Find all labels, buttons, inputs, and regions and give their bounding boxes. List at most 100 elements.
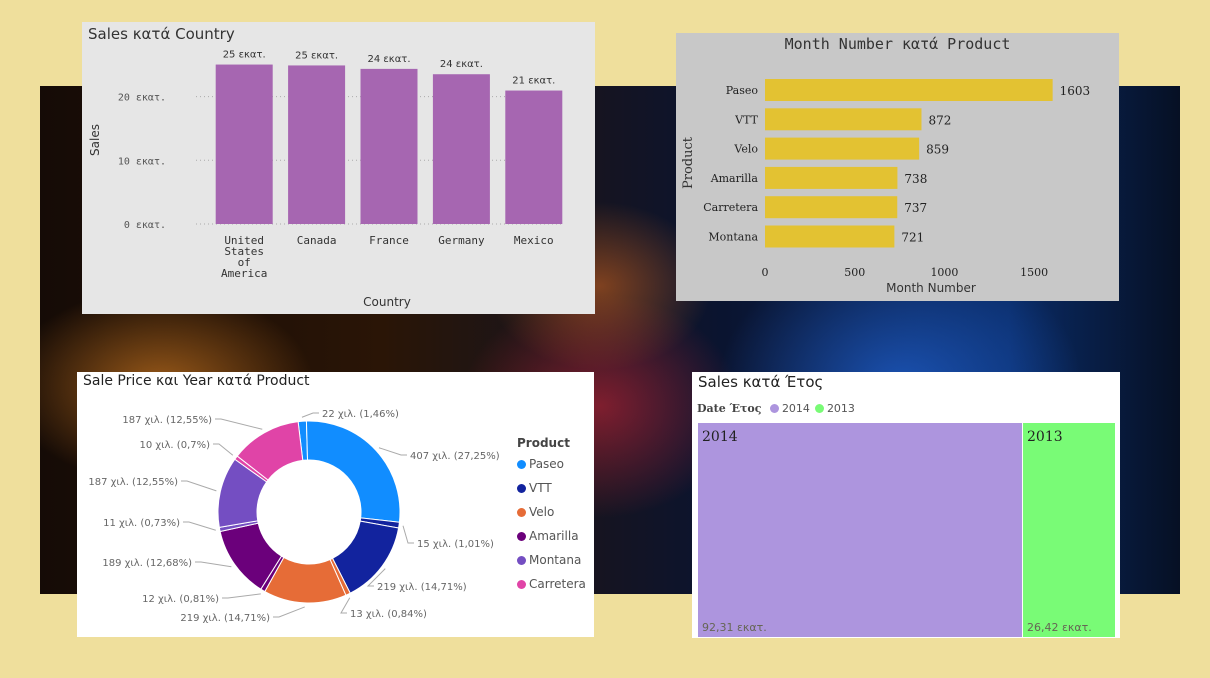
data-label: 859 bbox=[926, 143, 949, 157]
sales-by-year-treemap[interactable]: Sales κατά Έτος Date Έτος 2014 2013 2014 … bbox=[692, 372, 1120, 638]
y-tick-label: Amarilla bbox=[710, 172, 759, 185]
bar-2 bbox=[765, 137, 920, 160]
legend-item[interactable]: Paseo bbox=[517, 457, 564, 471]
legend-label: Paseo bbox=[529, 457, 565, 471]
legend-item[interactable]: Carretera bbox=[517, 577, 586, 591]
bar-1 bbox=[288, 65, 346, 224]
data-label: 25 εκατ. bbox=[223, 50, 266, 61]
legend-marker bbox=[517, 556, 526, 565]
treemap-tile-2013[interactable]: 2013 26,42 εκατ. bbox=[1023, 423, 1115, 637]
leader-line bbox=[301, 412, 319, 418]
leader-line bbox=[222, 593, 261, 599]
y-tick-label: 20 εκατ. bbox=[118, 93, 166, 104]
tile-value: 26,42 εκατ. bbox=[1027, 621, 1092, 634]
leader-line bbox=[402, 525, 414, 544]
legend-marker bbox=[517, 508, 526, 517]
donut-slice-1 bbox=[305, 420, 401, 523]
legend-marker bbox=[814, 404, 824, 413]
legend-item[interactable]: VTT bbox=[517, 481, 552, 495]
y-tick-label: Carretera bbox=[703, 201, 758, 214]
treemap-tile-2014[interactable]: 2014 92,31 εκατ. bbox=[698, 423, 1022, 637]
x-axis-title: Month Number bbox=[886, 281, 976, 295]
legend-item[interactable]: Montana bbox=[517, 553, 581, 567]
x-tick-label: 1500 bbox=[1020, 266, 1048, 279]
slice-label: 15 χιλ. (1,01%) bbox=[417, 539, 494, 550]
legend-item[interactable]: Velo bbox=[517, 505, 554, 519]
data-label: 24 εκατ. bbox=[368, 54, 411, 65]
data-label: 721 bbox=[901, 231, 924, 245]
bar-2 bbox=[360, 68, 418, 224]
x-tick-label: 0 bbox=[762, 266, 769, 279]
x-tick-label: France bbox=[369, 234, 409, 247]
x-axis-title: Country bbox=[363, 295, 411, 309]
leader-line bbox=[213, 443, 234, 456]
sale-price-year-by-product-chart[interactable]: Sale Price και Year κατά Product 22 χιλ.… bbox=[77, 372, 594, 637]
x-tick-label: Germany bbox=[438, 234, 485, 247]
slice-label: 219 χιλ. (14,71%) bbox=[377, 582, 467, 593]
legend-item[interactable]: Amarilla bbox=[517, 529, 579, 543]
month-number-by-product-chart[interactable]: Month Number κατά Product Paseo 1603 VTT 87… bbox=[676, 33, 1119, 301]
legend-marker bbox=[517, 532, 526, 541]
y-tick-label: Montana bbox=[708, 231, 758, 244]
sales-by-country-chart[interactable]: Sales κατά Country 0 εκατ. 10 εκατ. 20 εκα… bbox=[82, 22, 595, 314]
slice-label: 187 χιλ. (12,55%) bbox=[122, 415, 212, 426]
leader-line bbox=[340, 597, 351, 614]
legend-label: 2013 bbox=[826, 402, 855, 415]
slice-label: 13 χιλ. (0,84%) bbox=[350, 609, 427, 620]
legend-item[interactable]: 2014 bbox=[769, 402, 810, 415]
data-label: 24 εκατ. bbox=[440, 59, 483, 70]
x-tick-label: Canada bbox=[297, 234, 337, 247]
y-tick-label: Paseo bbox=[726, 84, 759, 97]
bar-0 bbox=[215, 64, 273, 225]
legend-marker bbox=[517, 580, 526, 589]
data-label: 1603 bbox=[1060, 84, 1091, 98]
legend-label: Carretera bbox=[529, 577, 586, 591]
x-tick-label: United States of America bbox=[221, 234, 267, 280]
legend-label: 2014 bbox=[781, 402, 810, 415]
slice-label: 407 χιλ. (27,25%) bbox=[410, 451, 500, 462]
tile-label: 2014 bbox=[702, 429, 738, 445]
slice-label: 22 χιλ. (1,46%) bbox=[322, 409, 399, 420]
legend-label: VTT bbox=[529, 481, 552, 495]
month-number-plot: Paseo 1603 VTT 872 Velo 859 Amarilla 738 Carrete… bbox=[681, 79, 1091, 295]
legend-title: Product bbox=[517, 436, 570, 450]
y-axis-title: Product bbox=[681, 136, 696, 189]
bar-1 bbox=[765, 108, 922, 131]
leader-line bbox=[195, 561, 232, 568]
sales-by-country-plot: 0 εκατ. 10 εκατ. 20 εκατ. 25 εκατ. United Sta… bbox=[88, 50, 563, 309]
legend-title: Date Έτος bbox=[697, 402, 762, 415]
legend-label: Amarilla bbox=[529, 529, 579, 543]
x-tick-label: 500 bbox=[844, 266, 865, 279]
y-tick-label: Velo bbox=[733, 143, 758, 156]
bar-3 bbox=[432, 74, 490, 224]
leader-line bbox=[273, 606, 305, 618]
bar-5 bbox=[765, 225, 895, 248]
tile-label: 2013 bbox=[1027, 429, 1063, 445]
data-label: 738 bbox=[904, 172, 927, 186]
data-label: 21 εκατ. bbox=[512, 76, 555, 87]
leader-line bbox=[215, 418, 263, 430]
legend-label: Velo bbox=[529, 505, 555, 519]
year-legend: Date Έτος 2014 2013 bbox=[697, 402, 855, 415]
legend-label: Montana bbox=[529, 553, 582, 567]
slice-label: 187 χιλ. (12,55%) bbox=[88, 477, 178, 488]
bar-3 bbox=[765, 166, 898, 189]
slice-label: 219 χιλ. (14,71%) bbox=[180, 613, 270, 624]
leader-line bbox=[181, 480, 217, 492]
legend-marker bbox=[517, 460, 526, 469]
legend-marker bbox=[769, 404, 779, 413]
legend-marker bbox=[517, 484, 526, 493]
leader-line bbox=[183, 521, 216, 531]
leader-line bbox=[378, 447, 407, 456]
y-axis-title: Sales bbox=[88, 124, 102, 156]
data-label: 737 bbox=[904, 201, 927, 215]
slice-label: 11 χιλ. (0,73%) bbox=[103, 518, 180, 529]
bar-4 bbox=[505, 90, 563, 224]
chart-title: Sales κατά Έτος bbox=[698, 373, 824, 391]
legend-item[interactable]: 2013 bbox=[814, 402, 855, 415]
x-tick-label: 1000 bbox=[930, 266, 958, 279]
tile-value: 92,31 εκατ. bbox=[702, 621, 767, 634]
data-label: 872 bbox=[928, 113, 951, 127]
data-label: 25 εκατ. bbox=[295, 50, 338, 61]
slice-label: 12 χιλ. (0,81%) bbox=[142, 594, 219, 605]
